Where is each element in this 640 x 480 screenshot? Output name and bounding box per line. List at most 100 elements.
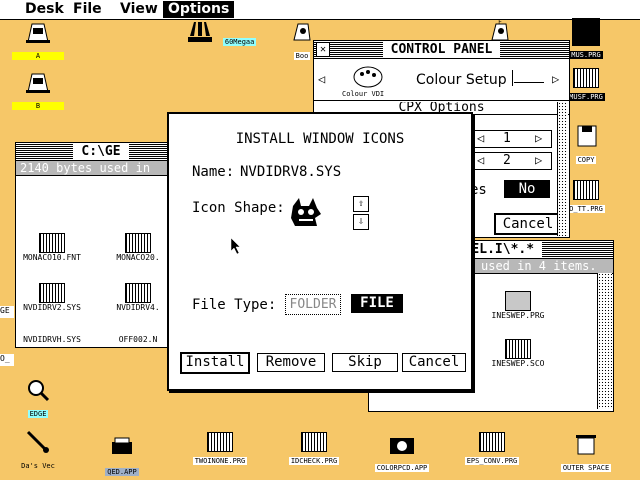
- file-icon: [39, 283, 65, 303]
- file-item[interactable]: NVDIDRV2.SYS: [22, 283, 82, 312]
- desktop-icon-trash[interactable]: OUTER SPACE: [548, 432, 624, 473]
- desktop-icon-qed-app[interactable]: QED.APP: [92, 436, 152, 477]
- brush-icon: [26, 430, 49, 453]
- program-icon: [479, 432, 505, 452]
- desktop-icon-label: 60Megaa: [222, 38, 257, 46]
- program-icon: [301, 432, 327, 452]
- file-label: NVDIDRVH.SYS: [23, 335, 81, 344]
- file-item[interactable]: MONACO20.: [108, 233, 168, 262]
- desktop-icon-o-tt-prg[interactable]: O_TT.PRG: [566, 180, 606, 214]
- arrow-left-icon[interactable]: ◁: [477, 131, 484, 145]
- file-item[interactable]: INESWEP.SCO: [473, 339, 563, 368]
- desktop-icon-das-vec[interactable]: Da's Vec: [8, 430, 68, 471]
- desktop-icon-label: Boo: [293, 52, 311, 60]
- cpx-label: Colour Setup: [416, 72, 507, 88]
- file-item[interactable]: OFF002.N: [108, 327, 168, 345]
- cancel-button[interactable]: Cancel: [402, 353, 466, 372]
- value-stepper-2[interactable]: ◁ 2 ▷: [474, 152, 552, 170]
- edge-label: O_: [0, 354, 14, 366]
- cancel-button[interactable]: Cancel: [494, 213, 562, 235]
- no-option[interactable]: No: [504, 180, 550, 198]
- stepper-value: 2: [503, 153, 511, 168]
- file-label: OFF002.N: [118, 335, 158, 344]
- file-label: MONACO20.: [116, 253, 160, 262]
- stepper-value: 1: [503, 131, 511, 146]
- disk-copy-icon: [577, 125, 597, 147]
- folder-option[interactable]: FOLDER: [285, 294, 341, 315]
- name-label: Name:: [192, 164, 235, 180]
- desktop-icon-label: A: [12, 52, 64, 60]
- desktop-icon-60megaa[interactable]: 60Megaa: [180, 20, 260, 47]
- desktop-icon-label: EDGE: [27, 410, 49, 418]
- arrow-left-icon[interactable]: ◁: [318, 72, 325, 86]
- desktop-icon-drive-b[interactable]: B: [10, 70, 66, 111]
- desktop-icon-drive-a[interactable]: A: [10, 20, 66, 61]
- palette-icon: [353, 66, 383, 88]
- camera-icon: [390, 438, 414, 454]
- skip-button[interactable]: Skip: [332, 353, 398, 372]
- typewriter-icon: [112, 437, 132, 454]
- window-scrollbar[interactable]: [597, 273, 612, 409]
- file-item[interactable]: MONACO10.FNT: [22, 233, 82, 262]
- file-icon: [505, 339, 531, 359]
- icon-shape-label: Icon Shape:: [192, 200, 285, 216]
- install-button[interactable]: Install: [180, 352, 250, 374]
- desktop-icon-label: O_TT.PRG: [567, 205, 605, 213]
- close-icon[interactable]: ✕: [316, 42, 330, 57]
- dialog-title: INSTALL WINDOW ICONS: [235, 131, 405, 147]
- program-icon: [573, 180, 599, 200]
- desktop-icon-musf-prg[interactable]: MUSF.PRG: [566, 68, 606, 102]
- desktop-icon-label: EPS_CONV.PRG: [464, 457, 520, 465]
- panel-scrollbar[interactable]: [557, 102, 568, 236]
- menu-bar: Desk File View Options: [0, 0, 640, 20]
- menu-desk[interactable]: Desk: [20, 1, 69, 18]
- file-icon: [125, 283, 151, 303]
- file-icon: [125, 233, 151, 253]
- file-label: INESWEP.SCO: [491, 359, 545, 368]
- value-stepper-1[interactable]: ◁ 1 ▷: [474, 130, 552, 148]
- window-title: C:\GE: [73, 144, 129, 159]
- file-label: INESWEP.PRG: [491, 311, 545, 320]
- file-option[interactable]: FILE: [351, 294, 403, 313]
- file-label: NVDIDRV2.SYS: [23, 303, 81, 312]
- install-window-icons-dialog: INSTALL WINDOW ICONS Name: NVDIDRV8.SYS …: [167, 112, 473, 391]
- file-label: MONACO10.FNT: [23, 253, 81, 262]
- desktop-icon-label: QED.APP: [105, 468, 139, 476]
- remove-button[interactable]: Remove: [257, 353, 325, 372]
- drive-letter: E: [498, 20, 502, 26]
- desktop-icon-mus-prg[interactable]: MUS.PRG: [566, 18, 606, 60]
- desktop-icon-eps-conv-prg[interactable]: EPS_CONV.PRG: [452, 432, 532, 466]
- cpx-selector[interactable]: ◁ Colour VDI Colour Setup ▷: [314, 60, 569, 101]
- trash-can-icon: [576, 435, 596, 455]
- program-icon: [572, 18, 600, 46]
- file-label: NVDIDRV4.: [116, 303, 160, 312]
- cpx-underline: [514, 82, 544, 83]
- window-c-drive[interactable]: C:\GE 2140 bytes used in MONACO10.FNT MO…: [15, 142, 187, 348]
- menu-view[interactable]: View: [115, 1, 163, 18]
- window-title-bar[interactable]: C:\GE: [16, 143, 186, 161]
- desktop-icon-twoinone-prg[interactable]: TWOINONE.PRG: [180, 432, 260, 466]
- desktop-icon-label: OUTER SPACE: [560, 464, 612, 472]
- desktop-icon-copy[interactable]: COPY: [566, 124, 606, 165]
- shape-down-arrow-icon[interactable]: ⇩: [353, 214, 369, 230]
- arrow-right-icon[interactable]: ▷: [552, 72, 559, 86]
- edge-label: GE: [0, 306, 14, 318]
- desktop-icon-idcheck-prg[interactable]: IDCHECK.PRG: [274, 432, 354, 466]
- program-icon: [573, 68, 599, 88]
- menu-file[interactable]: File: [68, 1, 107, 18]
- arrow-right-icon[interactable]: ▷: [535, 131, 542, 145]
- shape-up-arrow-icon[interactable]: ⇧: [353, 196, 369, 212]
- desktop-icon-label: MUSF.PRG: [567, 93, 605, 101]
- control-panel-title: CONTROL PANEL: [382, 42, 501, 57]
- control-panel-title-bar[interactable]: ✕ CONTROL PANEL: [314, 41, 569, 59]
- desktop-icon-edge[interactable]: EDGE: [10, 378, 66, 419]
- arrow-left-icon[interactable]: ◁: [477, 153, 484, 167]
- file-item[interactable]: INESWEP.PRG: [473, 291, 563, 320]
- desktop-icon-colorpcd-app[interactable]: COLORPCD.APP: [362, 432, 442, 473]
- mouse-pointer-icon: [230, 237, 241, 255]
- desktop-icon-label: Da's Vec: [21, 462, 55, 470]
- file-item[interactable]: NVDIDRVH.SYS: [22, 327, 82, 345]
- file-item[interactable]: NVDIDRV4.: [108, 283, 168, 312]
- menu-options[interactable]: Options: [163, 1, 235, 18]
- arrow-right-icon[interactable]: ▷: [535, 153, 542, 167]
